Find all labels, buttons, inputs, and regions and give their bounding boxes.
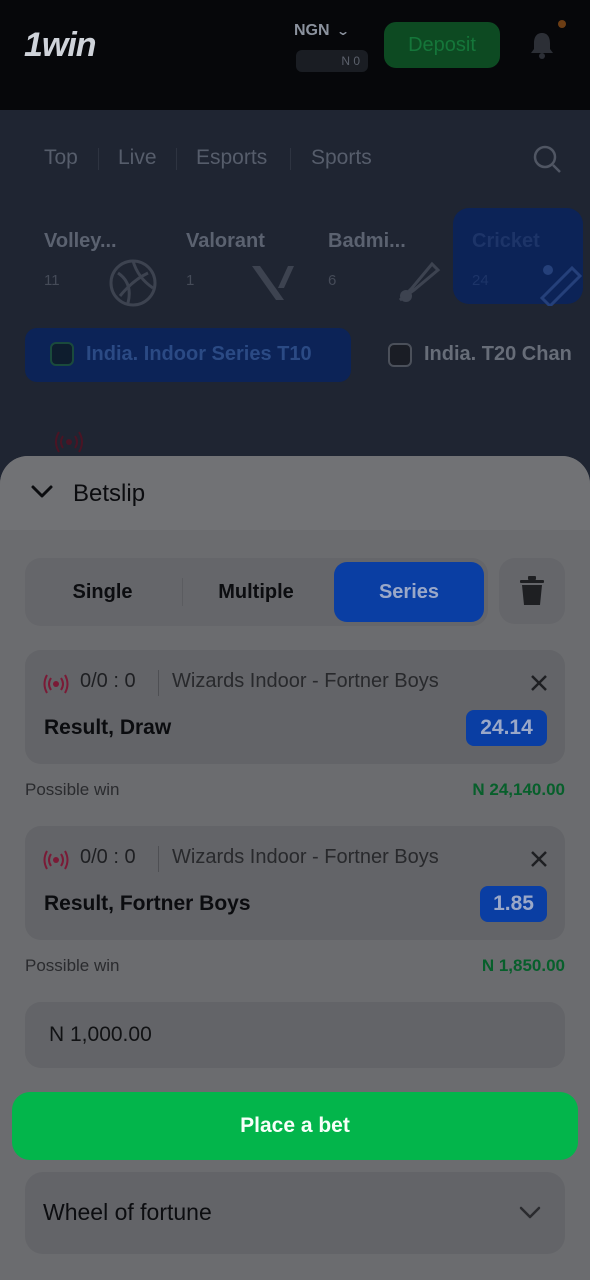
bet-type-tabs: Single Multiple Series	[25, 558, 488, 626]
live-icon	[43, 850, 69, 870]
betslip-title: Betslip	[73, 480, 146, 507]
nav-divider	[290, 148, 291, 170]
shuttlecock-icon	[398, 261, 441, 302]
sport-count: 1	[186, 272, 195, 289]
bell-icon[interactable]	[528, 30, 556, 60]
bet-card: 0/0 : 0 Wizards Indoor - Fortner Boys Re…	[25, 650, 565, 764]
possible-win-value: N 1,850.00	[481, 956, 565, 975]
sport-name: Cricket	[472, 230, 540, 252]
league-name[interactable]: India. T20 Chan	[424, 343, 572, 366]
sport-count: 11	[44, 272, 60, 289]
live-icon	[43, 674, 69, 694]
chevron-down-icon: ⌄	[335, 24, 350, 38]
search-icon[interactable]	[532, 144, 562, 174]
currency-code: NGN	[294, 22, 330, 39]
tab-sports[interactable]: Sports	[311, 146, 372, 170]
divider	[158, 670, 159, 696]
league-icon	[50, 342, 74, 366]
sport-count: 6	[328, 272, 337, 289]
possible-win-label: Possible win	[25, 956, 120, 975]
tab-live[interactable]: Live	[118, 146, 157, 170]
chevron-down-icon[interactable]	[30, 482, 54, 502]
bet-selection: Result, Fortner Boys	[44, 892, 251, 915]
place-bet-button[interactable]: Place a bet	[12, 1092, 578, 1160]
balance-display: N 0	[296, 50, 368, 72]
tab-single[interactable]: Single	[25, 558, 180, 626]
live-icon	[55, 431, 83, 453]
odds-badge: 24.14	[466, 710, 547, 746]
bet-selection: Result, Draw	[44, 716, 172, 739]
brand-logo[interactable]: 1win	[24, 26, 97, 65]
sport-name: Valorant	[186, 230, 265, 252]
sport-name: Badmi...	[328, 230, 406, 252]
match-score: 0/0 : 0	[80, 670, 136, 692]
league-icon	[388, 343, 412, 367]
possible-win-value: N 24,140.00	[472, 780, 565, 799]
valorant-icon	[252, 266, 294, 300]
match-score: 0/0 : 0	[80, 846, 136, 868]
tab-series[interactable]: Series	[334, 562, 484, 622]
stake-input[interactable]	[25, 1002, 565, 1068]
wheel-of-fortune-section[interactable]: Wheel of fortune	[25, 1172, 565, 1254]
league-name: India. Indoor Series T10	[86, 343, 312, 365]
deposit-button[interactable]: Deposit	[384, 22, 500, 68]
possible-win-label: Possible win	[25, 780, 120, 799]
top-bar: 1win NGN ⌄ N 0 Deposit	[0, 0, 590, 110]
match-name: Wizards Indoor - Fortner Boys	[172, 846, 439, 868]
divider	[158, 846, 159, 872]
currency-selector[interactable]: NGN ⌄	[294, 22, 350, 40]
sport-count: 24	[472, 272, 489, 289]
wheel-of-fortune-label: Wheel of fortune	[43, 1199, 212, 1225]
sport-name: Volley...	[44, 230, 117, 252]
betslip-header[interactable]: Betslip	[0, 456, 590, 530]
tab-esports[interactable]: Esports	[196, 146, 267, 170]
notification-dot	[558, 20, 566, 28]
odds-badge: 1.85	[480, 886, 547, 922]
nav-divider	[176, 148, 177, 170]
match-name: Wizards Indoor - Fortner Boys	[172, 670, 439, 692]
tab-top[interactable]: Top	[44, 146, 78, 170]
close-icon[interactable]	[530, 850, 548, 868]
betslip-sheet: Betslip Single Multiple Series 0/0 : 0 W…	[0, 456, 590, 1280]
cricket-icon	[539, 265, 583, 306]
close-icon[interactable]	[530, 674, 548, 692]
chevron-down-icon	[519, 1206, 541, 1219]
bet-card: 0/0 : 0 Wizards Indoor - Fortner Boys Re…	[25, 826, 565, 940]
tab-multiple[interactable]: Multiple	[180, 558, 332, 626]
background-page	[0, 110, 590, 510]
volleyball-icon	[109, 259, 157, 307]
nav-divider	[98, 148, 99, 170]
trash-icon	[520, 576, 544, 605]
